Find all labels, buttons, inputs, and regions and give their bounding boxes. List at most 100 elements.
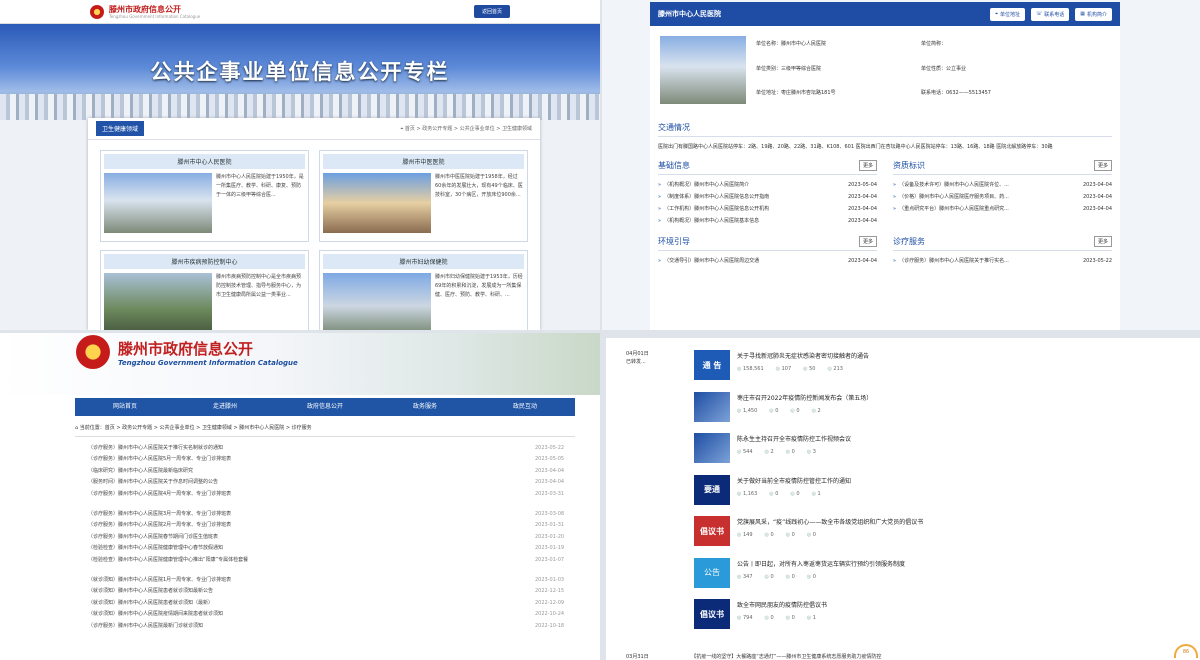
article-title[interactable]: 致全市网民朋友的疫情防控倡议书 <box>737 600 827 609</box>
notice-title[interactable]: （就诊须知）滕州市中心人民医院患者就诊须知（最新） <box>88 598 535 609</box>
notice-title[interactable]: （服务时间）滕州市中心人民医院关于作息时间调整的公告 <box>88 477 535 488</box>
article-title[interactable]: 陈永生主持召开全市疫情防控工作视频会议 <box>737 434 851 443</box>
notice-title[interactable]: （诊疗服务）滕州市中心人民医院2月一周专家、专业门诊排班表 <box>88 520 535 531</box>
notice-title[interactable]: （诊疗服务）滕州市中心人民医院春节期间门诊医生值班表 <box>88 532 535 543</box>
item-text[interactable]: （交通导引）滕州市中心人民医院周边交通 <box>664 255 829 267</box>
phone-button[interactable]: ☏ 联系电话 <box>1030 7 1070 21</box>
hospital-photo <box>104 273 212 330</box>
article-thumbnail[interactable]: 倡议书 <box>694 599 730 629</box>
nav-about[interactable]: 走进滕州 <box>175 398 275 416</box>
notice-item[interactable]: （检验检查）滕州市中心人民医院健康管理中心春节放假通知 2023-01-19 <box>88 543 575 554</box>
notice-item[interactable]: （诊疗服务）滕州市中心人民医院4月一周专家、专业门诊排班表 2023-03-31 <box>88 489 575 500</box>
notice-title[interactable]: （诊疗服务）滕州市中心人民医院4月一周专家、专业门诊排班表 <box>88 489 535 500</box>
next-day-row[interactable]: 03月31日 【抗疫一线的坚守】大餐路座“志通灯”——滕州市卫生健康系统志愿服务… <box>626 653 881 660</box>
nav-home[interactable]: 网站首页 <box>75 398 175 416</box>
nav-disclosure[interactable]: 政府信息公开 <box>275 398 375 416</box>
item-text[interactable]: （诊疗服务）滕州市中心人民医院关于推行实名... <box>899 255 1064 267</box>
notice-item[interactable]: （检验检查）滕州市中心人民医院健康管理中心推出“阳康”专属体检套餐 2023-01… <box>88 555 575 566</box>
card-desc: 滕州市中心人民医院始建于1950年，是一所集医疗、教学、科研、康复、预防于一体的… <box>216 174 304 198</box>
nav-services[interactable]: 政务服务 <box>375 398 475 416</box>
address-button[interactable]: ⌖ 单位地址 <box>990 7 1025 21</box>
tab-health[interactable]: 卫生健康领域 <box>96 121 145 136</box>
item-text[interactable]: （价格）滕州市中心人民医院医疗服务项目、药... <box>899 191 1064 203</box>
notice-date: 2022-12-15 <box>535 588 565 595</box>
share-count: 1 <box>807 615 816 621</box>
breadcrumb-text[interactable]: 首页 > 政务公开专题 > 公共企事业单位 > 卫生健康领域 <box>405 126 532 132</box>
feed-item[interactable]: 枣庄市召开2022年疫情防控新闻发布会（第五场） 1,450 0 0 2 <box>694 391 1200 434</box>
notice-item[interactable]: （就诊须知）滕州市中心人民医院1月一周专家、专业门诊排班表 2023-01-03 <box>88 575 575 586</box>
notice-item[interactable]: （诊疗服务）滕州市中心人民医院3月一周专家、专业门诊排班表 2023-03-08 <box>88 509 575 520</box>
more-button[interactable]: 更多 <box>1093 236 1112 247</box>
hospital-card[interactable]: 滕州市妇幼保健院 滕州市妇幼保健院始建于1953年，历经69年的积累和沉淀，发展… <box>319 250 528 330</box>
footer-title[interactable]: 【抗疫一线的坚守】大餐路座“志通灯”——滕州市卫生健康系统志愿服务助力疫情防控 <box>694 654 882 660</box>
item-text[interactable]: （重点研究平台）滕州市中心人民医院重点研究... <box>899 203 1064 215</box>
notice-title[interactable]: （就诊须知）滕州市中心人民医院1月一周专家、专业门诊排班表 <box>88 575 535 586</box>
notice-title[interactable]: （临床研究）滕州市中心人民医院最新临床研究 <box>88 466 535 477</box>
feed-item[interactable]: 公告 公告丨即日起，对所有入枣返枣货运车辆实行预约引领服务制度 347 0 0 0 <box>694 557 1200 600</box>
article-title[interactable]: 党旗展风采，“疫”线践初心——致全市各级党组织和广大党员的倡议书 <box>737 517 923 526</box>
notice-item[interactable]: （就诊须知）滕州市中心人民医院疫情期间来院患者就诊须知 2022-10-24 <box>88 609 575 620</box>
home-button[interactable]: 返回首页 <box>473 5 510 18</box>
article-title[interactable]: 关于寻找新冠肺炎无症状感染者密切接触者的通告 <box>737 351 869 360</box>
hospital-card[interactable]: 滕州市疾病预防控制中心 滕州市疾病预防控制中心是全市疾病预防控制技术管理、指导与… <box>100 250 309 330</box>
feed-item[interactable]: 陈永生主持召开全市疫情防控工作视频会议 544 2 0 3 <box>694 433 1200 475</box>
notice-item[interactable]: （临床研究）滕州市中心人民医院最新临床研究 2023-04-04 <box>88 466 575 477</box>
list-item[interactable]: » （机构概况）滕州市中心人民医院基本信息 2023-04-04 <box>658 215 877 227</box>
breadcrumb-text[interactable]: 当前位置：首页 > 政务公开专题 > 公共企事业单位 > 卫生健康领域 > 滕州… <box>80 425 312 431</box>
feed-item[interactable]: 通 告 关于寻找新冠肺炎无症状感染者密切接触者的通告 158,561 107 50 2… <box>694 350 1200 392</box>
list-item[interactable]: » （机构概况）滕州市中心人民医院简介 2023-05-04 <box>658 179 877 191</box>
site-logo[interactable]: 滕州市政府信息公开 Tengzhou Government Informatio… <box>109 5 200 19</box>
feed-item[interactable]: 倡议书 党旗展风采，“疫”线践初心——致全市各级党组织和广大党员的倡议书 149… <box>694 516 1200 558</box>
article-title[interactable]: 公告丨即日起，对所有入枣返枣货运车辆实行预约引领服务制度 <box>737 559 905 568</box>
notice-title[interactable]: （诊疗服务）滕州市中心人民医院5月一周专家、专业门诊排班表 <box>88 454 535 465</box>
list-item[interactable]: » （制度体系）滕州市中心人民医院信息公开指南 2023-04-04 <box>658 191 877 203</box>
item-text[interactable]: （设备及技术许可）滕州市中心人民医院许位、... <box>899 179 1064 191</box>
card-title[interactable]: 滕州市中心人民医院 <box>104 154 305 169</box>
notice-title[interactable]: （就诊须知）滕州市中心人民医院患者就诊须知最新公告 <box>88 586 535 597</box>
card-title[interactable]: 滕州市中医医院 <box>323 154 524 169</box>
notice-title[interactable]: （诊疗服务）滕州市中心人民医院3月一周专家、专业门诊排班表 <box>88 509 535 520</box>
notice-item[interactable]: （服务时间）滕州市中心人民医院关于作息时间调整的公告 2023-04-04 <box>88 477 575 488</box>
item-text[interactable]: （机构概况）滕州市中心人民医院基本信息 <box>664 215 829 227</box>
hospital-card[interactable]: 滕州市中心人民医院 滕州市中心人民医院始建于1950年，是一所集医疗、教学、科研… <box>100 150 309 242</box>
notice-item[interactable]: （诊疗服务）滕州市中心人民医院最新门诊就诊须知 2022-10-18 <box>88 621 575 632</box>
notice-item[interactable]: （就诊须知）滕州市中心人民医院患者就诊须知最新公告 2022-12-15 <box>88 586 575 597</box>
notice-item[interactable]: （诊疗服务）滕州市中心人民医院2月一周专家、专业门诊排班表 2023-01-31 <box>88 520 575 531</box>
feed-item[interactable]: 要通 关于做好当前全市疫情防控管控工作的通知 1,163 0 0 1 <box>694 474 1200 517</box>
notice-item[interactable]: （诊疗服务）滕州市中心人民医院5月一周专家、专业门诊排班表 2023-05-05 <box>88 454 575 465</box>
list-item[interactable]: » （设备及技术许可）滕州市中心人民医院许位、... 2023-04-04 <box>893 179 1112 191</box>
feed-item[interactable]: 倡议书 致全市网民朋友的疫情防控倡议书 794 0 0 1 <box>694 599 1200 641</box>
article-thumbnail[interactable]: 要通 <box>694 474 730 505</box>
notice-title[interactable]: （检验检查）滕州市中心人民医院健康管理中心推出“阳康”专属体检套餐 <box>88 555 535 566</box>
intro-button[interactable]: ▦ 机构简介 <box>1075 7 1112 21</box>
item-text[interactable]: （机构概况）滕州市中心人民医院简介 <box>664 179 829 191</box>
notice-item[interactable]: （诊疗服务）滕州市中心人民医院关于推行实名制就诊的通知 2023-05-22 <box>88 443 575 454</box>
article-thumbnail[interactable] <box>694 433 730 463</box>
article-thumbnail[interactable]: 通 告 <box>694 350 730 380</box>
item-text[interactable]: （工作机构）滕州市中心人民医院信息公开机构 <box>664 203 829 215</box>
notice-item[interactable]: （诊疗服务）滕州市中心人民医院春节期间门诊医生值班表 2023-01-20 <box>88 532 575 543</box>
notice-title[interactable]: （就诊须知）滕州市中心人民医院疫情期间来院患者就诊须知 <box>88 609 535 620</box>
list-item[interactable]: » （重点研究平台）滕州市中心人民医院重点研究... 2023-04-04 <box>893 203 1112 215</box>
item-text[interactable]: （制度体系）滕州市中心人民医院信息公开指南 <box>664 191 829 203</box>
article-title[interactable]: 关于做好当前全市疫情防控管控工作的通知 <box>737 476 851 485</box>
hospital-card[interactable]: 滕州市中医医院 滕州市中医医院始建于1958年，经过60余年的发展壮大，现有49… <box>319 150 528 242</box>
notice-title[interactable]: （检验检查）滕州市中心人民医院健康管理中心春节放假通知 <box>88 543 535 554</box>
notice-item[interactable]: （就诊须知）滕州市中心人民医院患者就诊须知（最新） 2022-12-09 <box>88 598 575 609</box>
article-thumbnail[interactable]: 倡议书 <box>694 516 730 546</box>
article-thumbnail[interactable]: 公告 <box>694 557 730 588</box>
notice-title[interactable]: （诊疗服务）滕州市中心人民医院关于推行实名制就诊的通知 <box>88 443 535 454</box>
more-button[interactable]: 更多 <box>1093 160 1112 171</box>
article-title[interactable]: 枣庄市召开2022年疫情防控新闻发布会（第五场） <box>737 393 872 402</box>
list-item[interactable]: » （工作机构）滕州市中心人民医院信息公开机构 2023-04-04 <box>658 203 877 215</box>
list-item[interactable]: » （交通导引）滕州市中心人民医院周边交通 2023-04-04 <box>658 255 877 267</box>
more-button[interactable]: 更多 <box>858 160 877 171</box>
more-button[interactable]: 更多 <box>858 236 877 247</box>
card-title[interactable]: 滕州市疾病预防控制中心 <box>104 254 305 269</box>
card-title[interactable]: 滕州市妇幼保健院 <box>323 254 524 269</box>
article-thumbnail[interactable] <box>694 391 730 422</box>
notice-title[interactable]: （诊疗服务）滕州市中心人民医院最新门诊就诊须知 <box>88 621 535 632</box>
nav-interaction[interactable]: 政民互动 <box>475 398 575 416</box>
list-item[interactable]: » （诊疗服务）滕州市中心人民医院关于推行实名... 2023-05-22 <box>893 255 1112 267</box>
list-item[interactable]: » （价格）滕州市中心人民医院医疗服务项目、药... 2023-04-04 <box>893 191 1112 203</box>
